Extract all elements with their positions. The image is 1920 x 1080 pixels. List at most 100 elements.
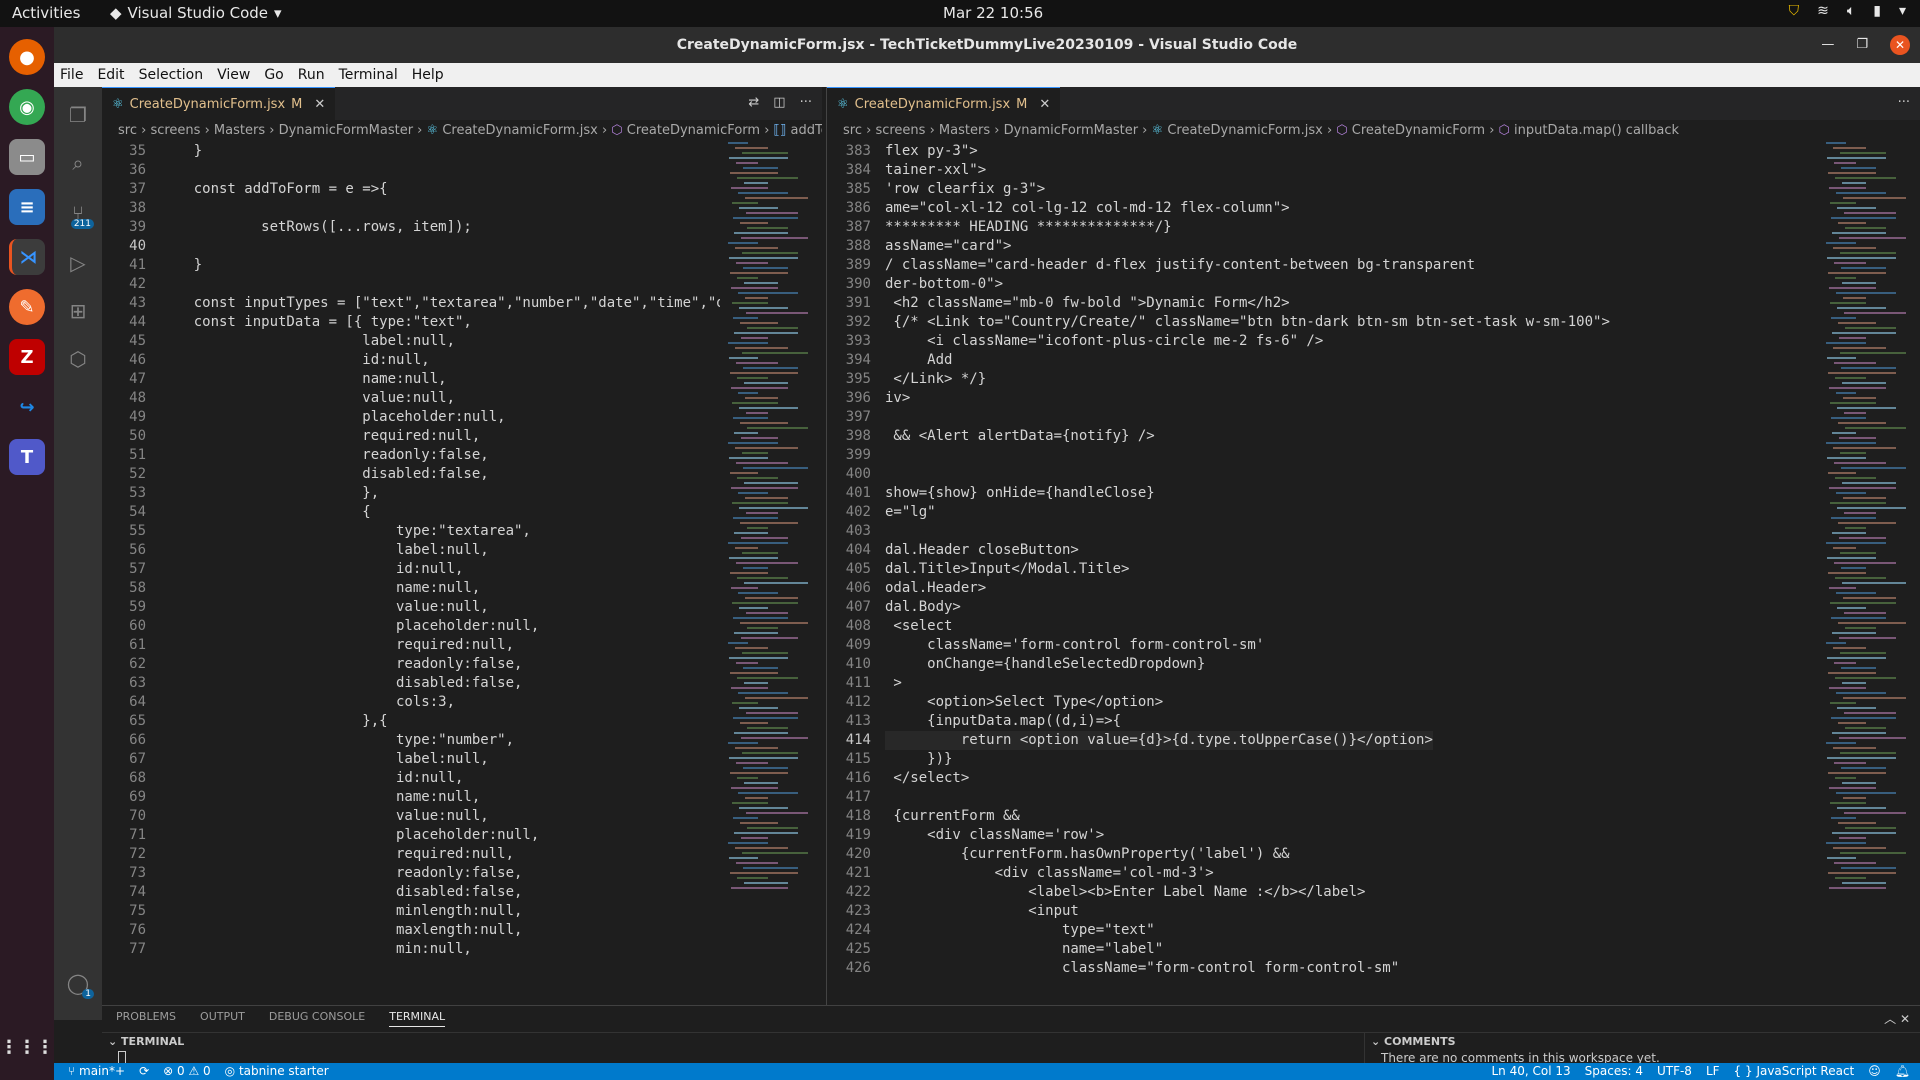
code-line[interactable]: </select> — [885, 769, 969, 788]
code-line[interactable]: const inputData = [{ type:"text", — [160, 313, 472, 332]
code-line[interactable]: <label><b>Enter Label Name :</b></label> — [885, 883, 1365, 902]
code-line[interactable]: label:null, — [160, 750, 489, 769]
left-minimap[interactable] — [724, 142, 822, 1005]
more-actions-icon[interactable]: ··· — [1898, 95, 1910, 110]
code-line[interactable]: type="text" — [885, 921, 1155, 940]
code-line[interactable]: } — [160, 142, 202, 161]
code-line[interactable]: placeholder:null, — [160, 617, 539, 636]
code-line[interactable]: type:"textarea", — [160, 522, 531, 541]
cursor-position[interactable]: Ln 40, Col 13 — [1491, 1064, 1570, 1078]
clock[interactable]: Mar 22 10:56 — [943, 4, 1043, 22]
encoding[interactable]: UTF-8 — [1657, 1064, 1692, 1078]
code-line[interactable]: <div className='col-md-3'> — [885, 864, 1214, 883]
close-tab-icon[interactable]: ✕ — [1039, 97, 1050, 112]
code-line[interactable]: value:null, — [160, 389, 455, 408]
menu-terminal[interactable]: Terminal — [339, 67, 398, 83]
right-editor-tab[interactable]: ⚛ CreateDynamicForm.jsx M ✕ — [827, 87, 1061, 120]
split-editor-icon[interactable]: ◫ — [773, 95, 785, 110]
code-line[interactable]: odal.Header> — [885, 579, 986, 598]
breadcrumb-item[interactable]: DynamicFormMaster — [279, 123, 413, 138]
code-line[interactable]: label:null, — [160, 332, 455, 351]
breadcrumb-item[interactable]: Masters — [939, 123, 990, 138]
code-line[interactable]: const addToForm = e =>{ — [160, 180, 388, 199]
breadcrumb-item[interactable]: CreateDynamicForm.jsx — [1167, 123, 1323, 138]
mysql-icon[interactable]: ↪ — [9, 389, 45, 425]
minimize-icon[interactable]: — — [1821, 27, 1834, 63]
code-line[interactable]: {currentForm.hasOwnProperty('label') && — [885, 845, 1290, 864]
breadcrumb-item[interactable]: DynamicFormMaster — [1004, 123, 1138, 138]
code-line[interactable]: className='form-control form-control-sm' — [885, 636, 1264, 655]
code-line[interactable]: <i className="icofont-plus-circle me-2 f… — [885, 332, 1323, 351]
code-line[interactable]: name:null, — [160, 370, 446, 389]
breadcrumb-item[interactable]: screens — [875, 123, 925, 138]
problems-indicator[interactable]: ⊗ 0 ⚠ 0 — [163, 1064, 211, 1078]
code-line[interactable]: }, — [160, 484, 379, 503]
code-line[interactable]: },{ — [160, 712, 387, 731]
code-line[interactable]: required:null, — [160, 427, 480, 446]
left-code-editor[interactable]: 35 } 36 37 const addToForm = e =>{38 39 set… — [102, 142, 822, 1005]
code-line[interactable]: > — [885, 674, 901, 693]
code-line[interactable]: show={show} onHide={handleClose} — [885, 484, 1155, 503]
close-icon[interactable]: ✕ — [1890, 35, 1910, 55]
code-line[interactable]: && <Alert alertData={notify} /> — [885, 427, 1154, 446]
breadcrumb-item[interactable]: CreateDynamicForm.jsx — [442, 123, 598, 138]
files-icon[interactable]: ▭ — [9, 139, 45, 175]
code-line[interactable]: const inputTypes = ["text","textarea","n… — [160, 294, 720, 313]
tab-debug-console[interactable]: DEBUG CONSOLE — [269, 1010, 365, 1027]
code-line[interactable]: required:null, — [160, 636, 514, 655]
menu-selection[interactable]: Selection — [139, 67, 204, 83]
code-line[interactable]: })} — [885, 750, 952, 769]
filezilla-icon[interactable]: Z — [9, 339, 45, 375]
menu-edit[interactable]: Edit — [97, 67, 124, 83]
code-line[interactable]: setRows([...rows, item]); — [160, 218, 472, 237]
code-line[interactable]: minlength:null, — [160, 902, 522, 921]
breadcrumb-item[interactable]: src — [118, 123, 137, 138]
code-line[interactable]: e="lg" — [885, 503, 936, 522]
postman-icon[interactable]: ✎ — [9, 289, 45, 325]
code-line[interactable]: className="form-control form-control-sm" — [885, 959, 1399, 978]
code-line[interactable]: min:null, — [160, 940, 472, 959]
code-line[interactable]: {inputData.map((d,i)=>{ — [885, 712, 1121, 731]
code-line[interactable]: required:null, — [160, 845, 514, 864]
code-line[interactable]: der-bottom-0"> — [885, 275, 1003, 294]
source-control-icon[interactable]: ⑂ 211 — [62, 197, 94, 229]
code-line[interactable]: {currentForm && — [885, 807, 1019, 826]
code-line[interactable]: flex py-3"> — [885, 142, 978, 161]
code-line[interactable]: } — [160, 256, 202, 275]
code-line[interactable]: readonly:false, — [160, 655, 522, 674]
code-line[interactable]: readonly:false, — [160, 446, 488, 465]
menu-run[interactable]: Run — [298, 67, 325, 83]
firefox-icon[interactable]: ● — [9, 39, 45, 75]
extensions-icon[interactable]: ⊞ — [62, 295, 94, 327]
open-changes-icon[interactable]: ⇄ — [748, 95, 759, 110]
code-line[interactable]: { — [160, 503, 370, 522]
breadcrumb-item[interactable]: addToForm — [791, 123, 822, 138]
app-menu[interactable]: ◆ Visual Studio Code ▾ — [110, 4, 282, 22]
code-line[interactable]: placeholder:null, — [160, 826, 539, 845]
code-line[interactable]: dal.Title>Input</Modal.Title> — [885, 560, 1129, 579]
code-line[interactable]: dal.Header closeButton> — [885, 541, 1079, 560]
code-line[interactable]: tainer-xxl"> — [885, 161, 986, 180]
code-line[interactable]: id:null, — [160, 769, 463, 788]
close-panel-icon[interactable]: ✕ — [1900, 1012, 1910, 1026]
code-line[interactable]: / className="card-header d-flex justify-… — [885, 256, 1475, 275]
tab-output[interactable]: OUTPUT — [200, 1010, 245, 1027]
code-line[interactable]: iv> — [885, 389, 910, 408]
menu-file[interactable]: File — [60, 67, 83, 83]
code-line[interactable]: name="label" — [885, 940, 1163, 959]
code-line[interactable]: label:null, — [160, 541, 489, 560]
code-line[interactable]: readonly:false, — [160, 864, 522, 883]
remote-explorer-icon[interactable]: ⬡ — [62, 343, 94, 375]
system-tray[interactable]: ⛉ ≋ 🔈︎ ▮ ▾ — [1789, 3, 1906, 19]
code-line[interactable]: maxlength:null, — [160, 921, 522, 940]
chrome-icon[interactable]: ◉ — [9, 89, 45, 125]
code-line[interactable]: cols:3, — [160, 693, 455, 712]
menu-view[interactable]: View — [217, 67, 250, 83]
comments-header[interactable]: ⌄ COMMENTS — [1371, 1035, 1456, 1048]
code-line[interactable]: id:null, — [160, 560, 463, 579]
explorer-icon[interactable]: ❐ — [62, 99, 94, 131]
maximize-panel-icon[interactable]: ︿ — [1884, 1012, 1896, 1026]
code-line[interactable]: placeholder:null, — [160, 408, 505, 427]
code-line[interactable]: value:null, — [160, 598, 489, 617]
code-line[interactable]: <h2 className="mb-0 fw-bold ">Dynamic Fo… — [885, 294, 1289, 313]
